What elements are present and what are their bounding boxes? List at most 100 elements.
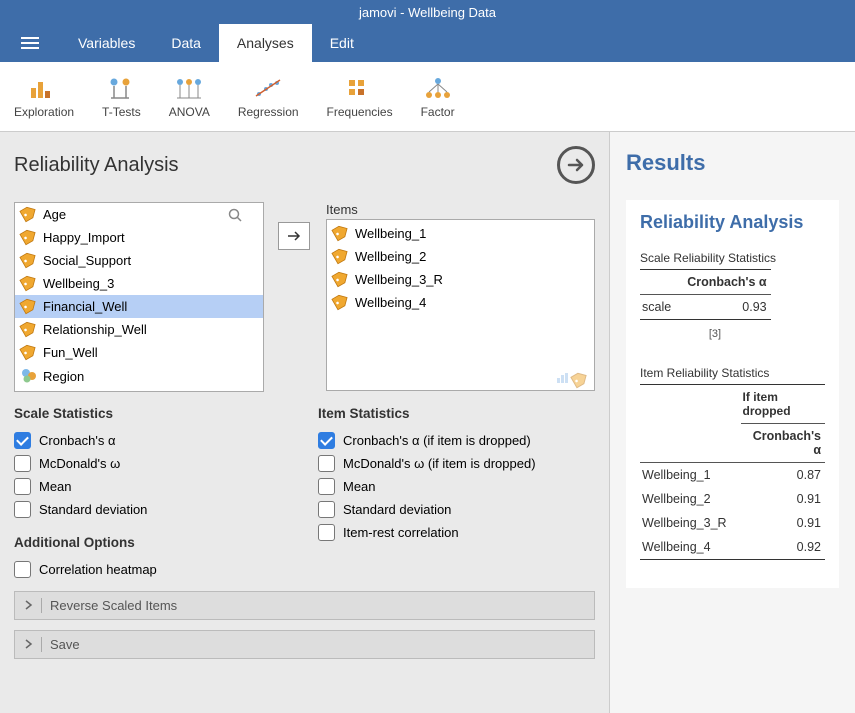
variable-row[interactable]: Social_Support (15, 249, 263, 272)
scale-alpha-value: 0.93 (685, 295, 770, 320)
ribbon-t-tests[interactable]: T-Tests (94, 71, 149, 123)
hamburger-menu[interactable] (0, 37, 60, 49)
checkbox[interactable] (14, 432, 31, 449)
menu-tab-edit[interactable]: Edit (312, 24, 372, 62)
item-name: Wellbeing_1 (640, 463, 741, 488)
scale-table-title: Scale Reliability Statistics (640, 251, 825, 265)
checkbox[interactable] (14, 478, 31, 495)
ribbon-frequencies[interactable]: Frequencies (319, 71, 401, 123)
hamburger-icon (21, 37, 39, 49)
checkbox-label: Mean (343, 479, 376, 494)
ribbon-label: Factor (421, 105, 455, 119)
workspace: Reliability Analysis AgeHappy_ImportSoci… (0, 132, 855, 713)
item-col-header: Cronbach's α (741, 424, 825, 463)
arrow-right-icon (287, 230, 301, 242)
variable-row[interactable]: Fun_Well (15, 341, 263, 364)
checkbox[interactable] (14, 561, 31, 578)
item-name: Wellbeing_2 (355, 249, 426, 264)
variable-row[interactable]: Relationship_Well (15, 318, 263, 341)
scale-stat-option[interactable]: Cronbach's α (14, 429, 304, 452)
additional-option[interactable]: Correlation heatmap (14, 558, 304, 581)
continuous-icon (21, 298, 37, 315)
continuous-icon (21, 275, 37, 292)
variable-name: Happy_Import (43, 230, 125, 245)
continuous-icon (21, 229, 37, 246)
t-tests-icon (105, 75, 137, 101)
checkbox[interactable] (14, 501, 31, 518)
checkbox-label: Correlation heatmap (39, 562, 157, 577)
item-row[interactable]: Wellbeing_4 (327, 291, 594, 314)
continuous-icon (21, 252, 37, 269)
item-stat-option[interactable]: Cronbach's α (if item is dropped) (318, 429, 595, 452)
item-stat-option[interactable]: McDonald's ω (if item is dropped) (318, 452, 595, 475)
item-reliability-row: Wellbeing_20.91 (640, 487, 825, 511)
scale-col-header: Cronbach's α (685, 270, 770, 295)
ribbon-exploration[interactable]: Exploration (6, 71, 82, 123)
continuous-icon (21, 321, 37, 338)
scale-stat-option[interactable]: Standard deviation (14, 498, 304, 521)
item-name: Wellbeing_4 (640, 535, 741, 560)
continuous-icon (333, 225, 349, 242)
scale-stat-option[interactable]: McDonald's ω (14, 452, 304, 475)
item-stat-option[interactable]: Mean (318, 475, 595, 498)
checkbox[interactable] (14, 455, 31, 472)
item-alpha-value: 0.87 (741, 463, 825, 488)
item-reliability-row: Wellbeing_3_R0.91 (640, 511, 825, 535)
checkbox[interactable] (318, 455, 335, 472)
variable-name: Financial_Well (43, 299, 127, 314)
variable-row[interactable]: Happy_Import (15, 226, 263, 249)
titlebar: jamovi - Wellbeing Data (0, 0, 855, 24)
item-reliability-row: Wellbeing_40.92 (640, 535, 825, 560)
source-variable-list[interactable]: Age Happy_Import Social_SupportWellbeing_3… (14, 202, 264, 392)
item-name: Wellbeing_3_R (640, 511, 741, 535)
menu-tab-analyses[interactable]: Analyses (219, 24, 312, 62)
item-row[interactable]: Wellbeing_1 (327, 222, 594, 245)
window-title: jamovi - Wellbeing Data (359, 5, 496, 20)
item-stat-option[interactable]: Standard deviation (318, 498, 595, 521)
ribbon-label: T-Tests (102, 105, 141, 119)
scale-statistics-header: Scale Statistics (14, 406, 304, 421)
checkbox-label: Item-rest correlation (343, 525, 459, 540)
run-arrow-button[interactable] (557, 146, 595, 184)
menubar: VariablesDataAnalysesEdit (0, 24, 855, 62)
item-row[interactable]: Wellbeing_3_R (327, 268, 594, 291)
variable-row[interactable]: Age (15, 203, 263, 226)
transfer-button[interactable] (278, 222, 310, 250)
checkbox[interactable] (318, 432, 335, 449)
collapsible-save[interactable]: Save (14, 630, 595, 659)
item-statistics-header: Item Statistics (318, 406, 595, 421)
collapsible-reverse-scaled-items[interactable]: Reverse Scaled Items (14, 591, 595, 620)
item-stat-option[interactable]: Item-rest correlation (318, 521, 595, 544)
scale-stat-option[interactable]: Mean (14, 475, 304, 498)
regression-icon (252, 75, 284, 101)
item-alpha-value: 0.91 (741, 487, 825, 511)
variable-row[interactable]: Financial_Well (15, 295, 263, 318)
ribbon-label: ANOVA (169, 105, 210, 119)
variable-name: Relationship_Well (43, 322, 147, 337)
options-panel: Reliability Analysis AgeHappy_ImportSoci… (0, 132, 610, 713)
checkbox[interactable] (318, 524, 335, 541)
ribbon-regression[interactable]: Regression (230, 71, 307, 123)
ribbon-factor[interactable]: Factor (413, 71, 463, 123)
menu-tab-variables[interactable]: Variables (60, 24, 153, 62)
variable-row[interactable]: Wellbeing_3 (15, 272, 263, 295)
variable-row[interactable]: Region (15, 364, 263, 389)
chevron-right-icon (25, 637, 33, 652)
ribbon-anova[interactable]: ANOVA (161, 71, 218, 123)
items-list[interactable]: Wellbeing_1 Wellbeing_2 Wellbeing_3_RWellb… (326, 219, 595, 391)
scale-row-label: scale (640, 295, 685, 320)
menu-tab-data[interactable]: Data (153, 24, 219, 62)
checkbox[interactable] (318, 478, 335, 495)
checkbox-label: Standard deviation (343, 502, 451, 517)
item-row[interactable]: Wellbeing_2 (327, 245, 594, 268)
ribbon-label: Frequencies (327, 105, 393, 119)
additional-options-header: Additional Options (14, 535, 304, 550)
results-panel: Results Reliability Analysis Scale Relia… (610, 132, 855, 713)
continuous-icon (333, 248, 349, 265)
scale-footnote: [3] (640, 328, 790, 340)
item-super-header: If item dropped (741, 385, 825, 424)
search-icon[interactable] (228, 208, 242, 225)
ribbon: Exploration T-Tests ANOVA Regression Frequen… (0, 62, 855, 132)
nominal-icon (21, 367, 37, 386)
checkbox[interactable] (318, 501, 335, 518)
